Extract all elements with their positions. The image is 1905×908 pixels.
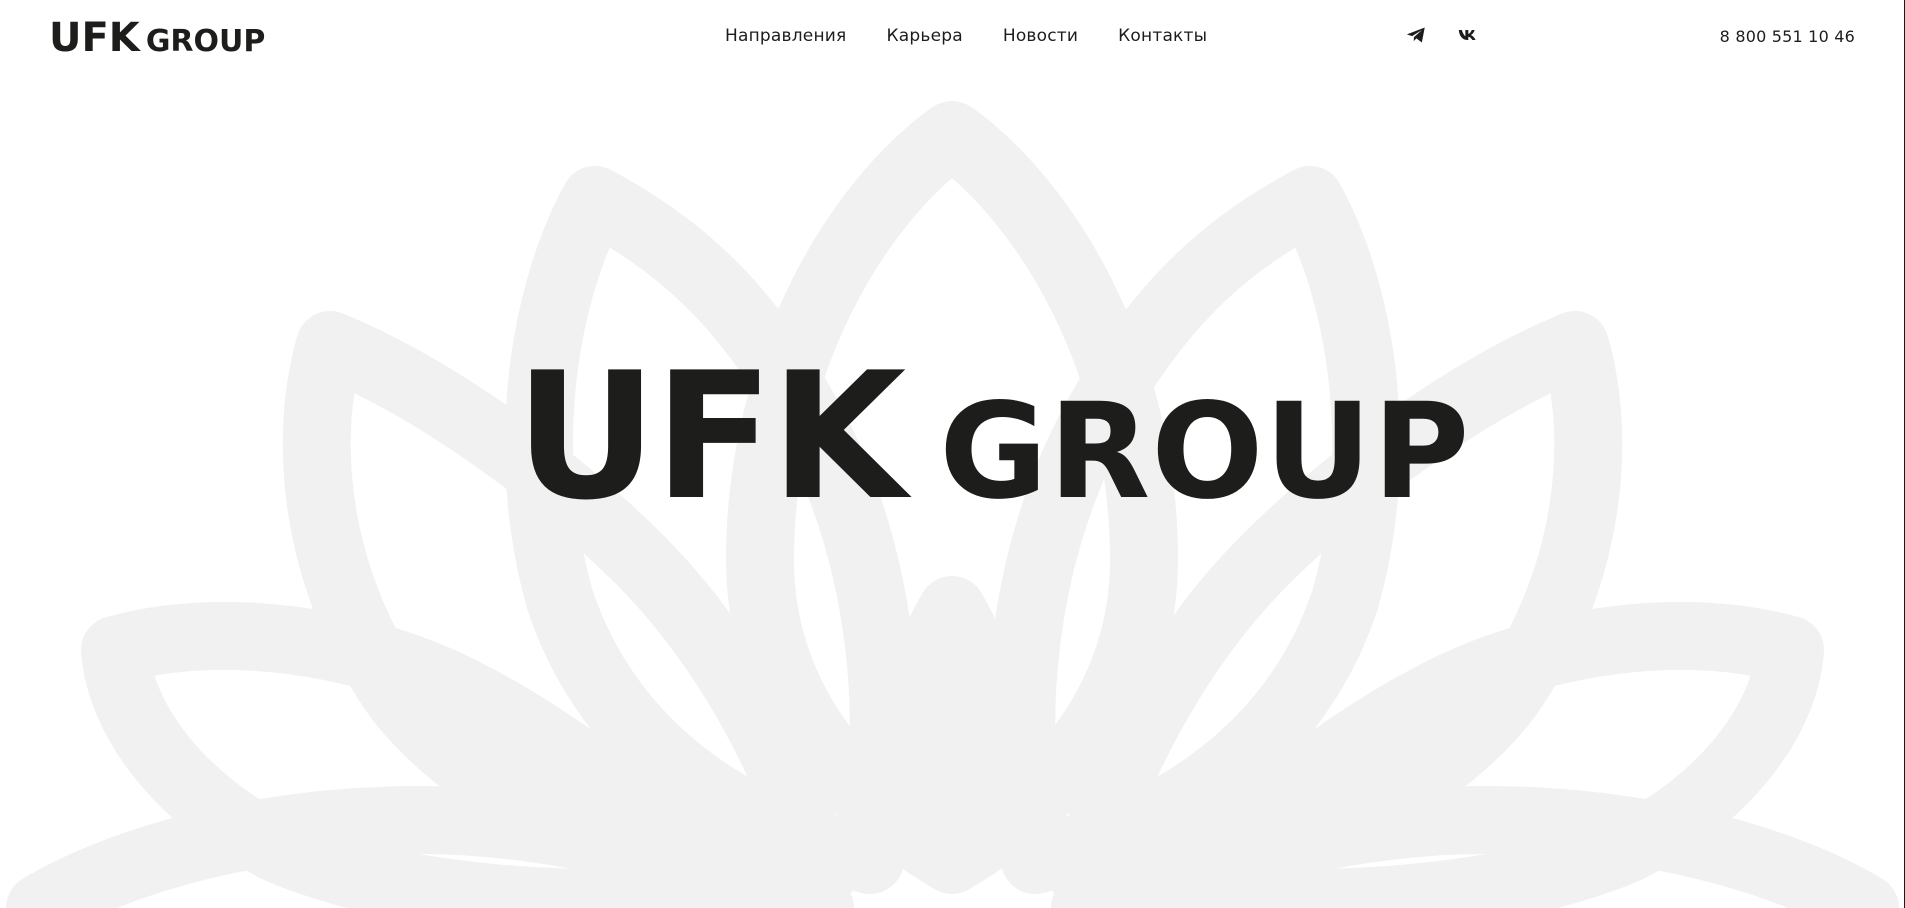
site-logo[interactable]: UFK GROUP bbox=[49, 18, 265, 58]
vk-link[interactable] bbox=[1458, 25, 1478, 45]
hero-title-ufk: UFK bbox=[515, 336, 906, 539]
telegram-link[interactable] bbox=[1406, 25, 1426, 45]
page: UFK GROUP Направления Карьера Новости Ко… bbox=[0, 0, 1905, 908]
nav-link-contacts[interactable]: Контакты bbox=[1118, 26, 1207, 46]
vk-icon bbox=[1458, 30, 1476, 40]
main-navigation: Направления Карьера Новости Контакты bbox=[725, 26, 1247, 46]
hero-title-group: GROUP bbox=[939, 375, 1471, 529]
telegram-icon bbox=[1406, 27, 1425, 43]
nav-link-career[interactable]: Карьера bbox=[886, 26, 962, 46]
logo-text-ufk: UFK bbox=[49, 15, 140, 61]
social-links bbox=[1406, 25, 1478, 45]
hero-title: UFK GROUP bbox=[515, 336, 1471, 539]
nav-link-directions[interactable]: Направления bbox=[725, 26, 846, 46]
nav-link-news[interactable]: Новости bbox=[1003, 26, 1078, 46]
phone-link[interactable]: 8 800 551 10 46 bbox=[1720, 27, 1855, 46]
logo-text-group: GROUP bbox=[145, 24, 266, 59]
site-header: UFK GROUP Направления Карьера Новости Ко… bbox=[0, 0, 1905, 76]
